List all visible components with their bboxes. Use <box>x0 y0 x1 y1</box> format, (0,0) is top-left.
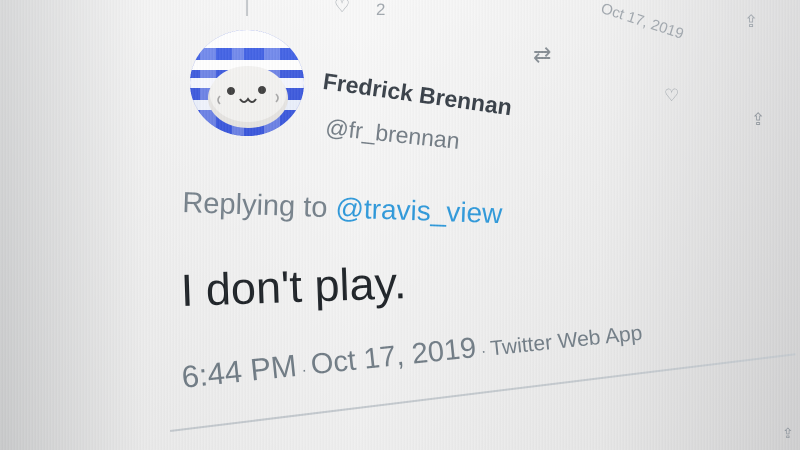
tweet-meta: 6:44 PM · Oct 17, 2019 · Twitter Web App <box>180 312 644 396</box>
previous-reply-count: 2 <box>376 0 386 19</box>
heart-icon[interactable]: ♡ <box>334 0 350 17</box>
replying-to-line: Replying to @travis_view <box>182 187 503 231</box>
username[interactable]: @fr_brennan <box>324 114 461 155</box>
replying-to-label: Replying to <box>181 187 337 225</box>
tweet-text: I don't play. <box>180 257 408 316</box>
tweet-time[interactable]: 6:44 PM <box>180 348 298 395</box>
previous-tweet-date[interactable]: Oct 17, 2019 <box>599 0 686 43</box>
heart-icon[interactable]: ♡ <box>664 86 679 106</box>
share-icon[interactable]: ⇪ <box>744 12 758 32</box>
display-name[interactable]: Fredrick Brennan <box>321 68 513 121</box>
thread-line <box>246 0 248 16</box>
screen-photo: ♡ 2 Oct 17, 2019 ⇪ ⇄ ♡ ⇪ Fredrick Brenna… <box>0 0 800 450</box>
avatar-image <box>190 30 304 136</box>
tweet-source-app[interactable]: Twitter Web App <box>489 322 643 361</box>
avatar[interactable] <box>190 30 304 136</box>
reply-handle-link[interactable]: @travis_view <box>335 192 503 229</box>
share-icon[interactable]: ⇪ <box>782 425 794 442</box>
share-icon[interactable]: ⇪ <box>751 110 765 130</box>
tweet-date[interactable]: Oct 17, 2019 <box>309 332 477 381</box>
retweet-icon[interactable]: ⇄ <box>533 42 551 68</box>
previous-tweet-actions: ♡ 2 Oct 17, 2019 ⇪ <box>0 0 800 43</box>
